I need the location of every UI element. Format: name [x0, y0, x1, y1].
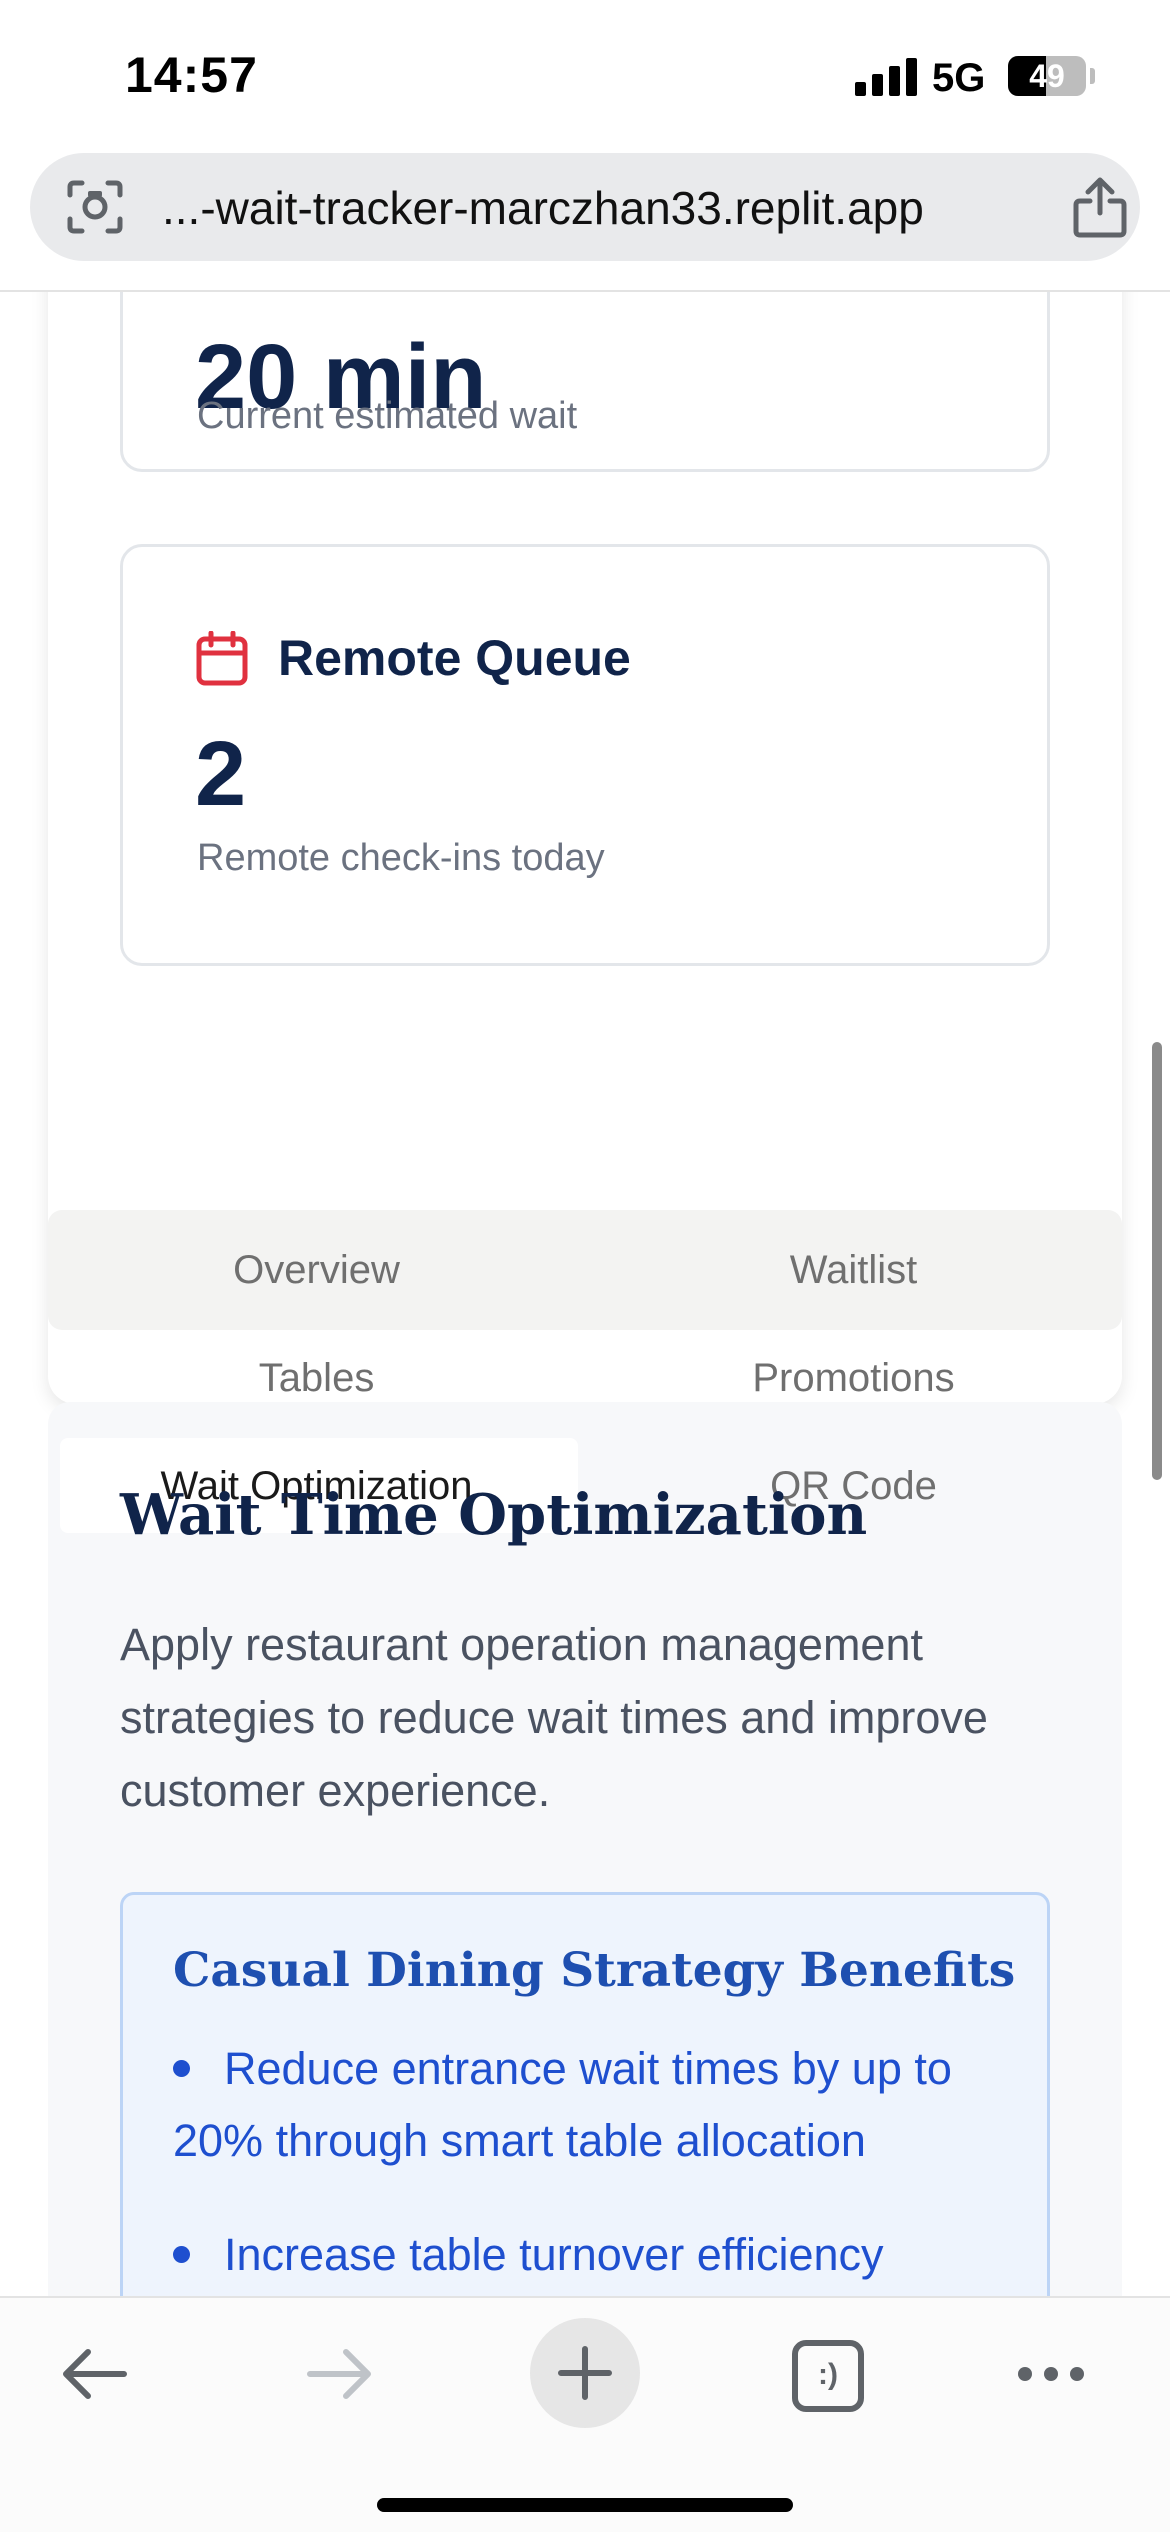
benefits-title: Casual Dining Strategy Benefits	[173, 1943, 1016, 1998]
address-bar[interactable]: ...-wait-tracker-marczhan33.replit.app	[30, 153, 1140, 261]
web-content: 20 min Current estimated wait Remote Que…	[0, 292, 1170, 2296]
browser-toolbar: :)	[0, 2296, 1170, 2532]
battery-nub	[1090, 68, 1095, 84]
network-type: 5G	[932, 56, 986, 100]
battery-percent: 49	[1029, 58, 1065, 94]
optimization-description: Apply restaurant operation management st…	[120, 1619, 988, 1816]
back-arrow-icon[interactable]	[58, 2346, 130, 2402]
benefit-text: Reduce entrance wait times by up to 20% …	[173, 2043, 952, 2166]
tab-overview[interactable]: Overview	[48, 1248, 585, 1293]
forward-arrow-icon[interactable]	[304, 2346, 376, 2402]
scrollbar[interactable]	[1152, 1042, 1162, 1480]
remote-queue-title: Remote Queue	[278, 630, 631, 686]
tabs-glyph: :)	[818, 2358, 838, 2391]
more-icon[interactable]	[1015, 2362, 1087, 2386]
benefit-item: Reduce entrance wait times by up to 20% …	[173, 2033, 1023, 2177]
remote-queue-value: 2	[195, 723, 247, 825]
remote-queue-subtitle: Remote check-ins today	[197, 837, 605, 879]
url-text[interactable]: ...-wait-tracker-marczhan33.replit.app	[162, 181, 924, 235]
bullet-icon	[173, 2059, 190, 2077]
strategy-benefits-box: Casual Dining Strategy Benefits Reduce e…	[120, 1892, 1050, 2296]
tab-promotions[interactable]: Promotions	[585, 1356, 1122, 1401]
tab-tables[interactable]: Tables	[48, 1356, 585, 1401]
status-time: 14:57	[125, 47, 258, 103]
camera-search-icon[interactable]	[66, 179, 124, 235]
home-indicator	[377, 2498, 793, 2512]
wait-time-subtitle: Current estimated wait	[197, 395, 578, 437]
benefit-text: Increase table turnover efficiency	[224, 2229, 884, 2280]
tabs-icon[interactable]: :)	[792, 2340, 864, 2412]
status-bar: 14:57 5G 49	[0, 0, 1170, 150]
bullet-icon	[173, 2245, 190, 2263]
remote-queue-card: Remote Queue 2 Remote check-ins today	[120, 544, 1050, 966]
wait-time-card: 20 min Current estimated wait	[120, 292, 1050, 472]
cellular-signal-icon	[855, 58, 917, 96]
new-tab-button[interactable]	[530, 2318, 640, 2428]
battery-icon: 49	[1008, 56, 1086, 96]
tab-waitlist[interactable]: Waitlist	[585, 1248, 1122, 1293]
share-icon[interactable]	[1070, 175, 1130, 239]
optimization-title: Wait Time Optimization	[120, 1482, 868, 1548]
benefit-item: Increase table turnover efficiency	[173, 2219, 1023, 2291]
calendar-icon	[196, 631, 248, 686]
plus-icon	[558, 2346, 612, 2400]
